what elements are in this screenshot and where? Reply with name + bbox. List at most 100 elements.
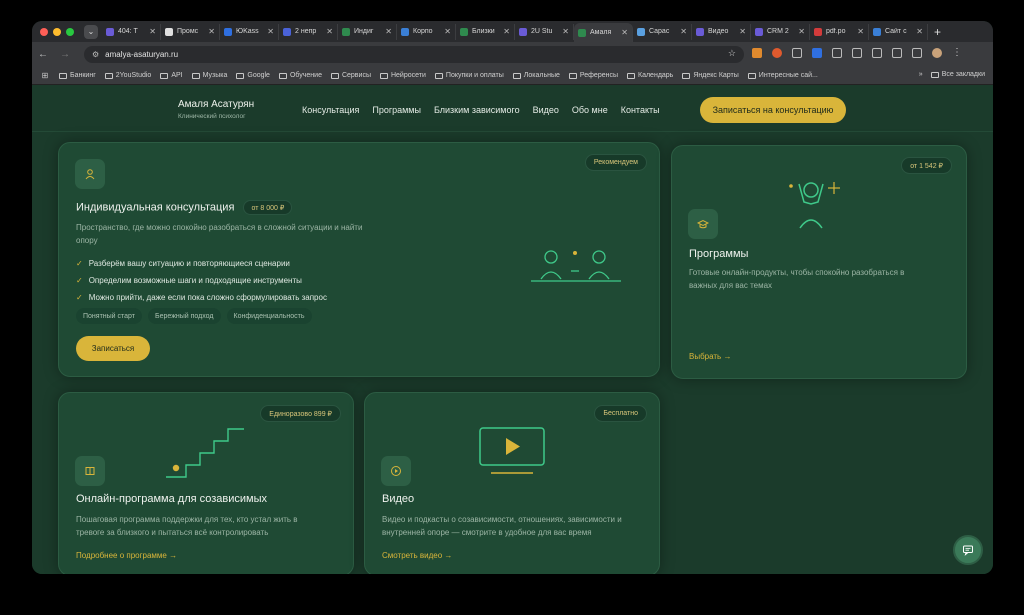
bookmark-item[interactable]: Сервисы xyxy=(330,72,371,79)
nav-link[interactable]: Консультация xyxy=(302,105,359,115)
signup-button[interactable]: Записаться xyxy=(76,336,150,361)
cheering-person-illustration xyxy=(789,182,840,229)
extension-icon[interactable] xyxy=(812,47,822,58)
brand[interactable]: Амаля Асатурян Клинический психолог xyxy=(178,99,254,120)
tab-close-icon[interactable]: ✕ xyxy=(798,27,805,36)
check-icon: ✓ xyxy=(76,293,83,302)
bookmark-label: Покупки и оплаты xyxy=(445,72,504,79)
nav-link[interactable]: Обо мне xyxy=(572,105,608,115)
watch-video-link[interactable]: Смотреть видео → xyxy=(382,551,452,560)
profile-avatar[interactable] xyxy=(932,47,942,58)
book-icon xyxy=(75,456,105,486)
browser-tab[interactable]: Индиг ✕ xyxy=(338,23,397,40)
browser-tab[interactable]: 2 непр ✕ xyxy=(279,23,338,40)
extension-icon[interactable] xyxy=(832,47,842,58)
choose-programs-link[interactable]: Выбрать → xyxy=(689,352,731,361)
tab-favicon-icon xyxy=(460,27,468,36)
consultation-title-row: Индивидуальная консультация от 8 000 ₽ xyxy=(76,200,293,215)
browser-tab[interactable]: 2U Stu ✕ xyxy=(515,23,574,40)
bookmark-item[interactable]: Музыка xyxy=(191,72,228,79)
bookmark-item[interactable]: Покупки и оплаты xyxy=(434,72,504,79)
tab-favicon-icon xyxy=(106,27,114,36)
bookmarks-right: » Все закладки xyxy=(919,71,985,78)
extension-icon[interactable] xyxy=(852,47,862,58)
extension-icon[interactable] xyxy=(772,47,782,58)
browser-tab[interactable]: Корпо ✕ xyxy=(397,23,456,40)
tab-close-icon[interactable]: ✕ xyxy=(326,27,333,36)
extension-icon[interactable] xyxy=(872,47,882,58)
chat-widget-button[interactable] xyxy=(953,535,983,565)
tab-bar: ⌄ 404: T ✕ Промс ✕ ЮKass ✕ 2 непр ✕ Индиг ✕ Корпо ✕… xyxy=(32,21,993,42)
bookmark-label: Календарь xyxy=(638,72,674,79)
browser-tab[interactable]: pdf.po ✕ xyxy=(810,23,869,40)
browser-tab[interactable]: CRM 2 ✕ xyxy=(751,23,810,40)
tab-search-chevron-icon[interactable]: ⌄ xyxy=(84,24,98,39)
tab-favicon-icon xyxy=(165,27,173,36)
toolbar: ← → ⚙ amalya-asaturyan.ru ☆ ⋮ xyxy=(32,42,993,67)
forward-arrow-icon[interactable]: → xyxy=(54,49,76,60)
all-bookmarks-button[interactable]: Все закладки xyxy=(930,71,985,78)
nav-link[interactable]: Контакты xyxy=(621,105,660,115)
tab-close-icon[interactable]: ✕ xyxy=(680,27,687,36)
address-bar[interactable]: ⚙ amalya-asaturyan.ru ☆ xyxy=(84,46,744,63)
bookmark-item[interactable]: Календарь xyxy=(627,72,673,79)
tab-close-icon[interactable]: ✕ xyxy=(621,28,628,37)
close-window-button[interactable] xyxy=(40,27,48,36)
tab-close-icon[interactable]: ✕ xyxy=(562,27,569,36)
tab-close-icon[interactable]: ✕ xyxy=(916,27,923,36)
online-program-title: Онлайн-программа для созависимых xyxy=(76,493,268,505)
tab-close-icon[interactable]: ✕ xyxy=(739,27,746,36)
minimize-window-button[interactable] xyxy=(53,27,61,36)
program-details-link[interactable]: Подробнее о программе → xyxy=(76,551,177,560)
browser-tab[interactable]: Близки ✕ xyxy=(456,23,515,40)
bookmark-item[interactable]: Яндекс Карты xyxy=(682,72,739,79)
browser-tab[interactable]: Видео ✕ xyxy=(692,23,751,40)
tab-close-icon[interactable]: ✕ xyxy=(444,27,451,36)
extension-icon[interactable] xyxy=(752,47,762,58)
bookmark-star-icon[interactable]: ☆ xyxy=(728,48,736,59)
bookmark-item[interactable]: Референсы xyxy=(568,72,618,79)
extension-icon[interactable] xyxy=(792,47,802,58)
tab-close-icon[interactable]: ✕ xyxy=(857,27,864,36)
browser-tab[interactable]: Промс ✕ xyxy=(161,23,220,40)
bookmark-item[interactable]: Банкинг xyxy=(59,72,96,79)
new-tab-button[interactable]: + xyxy=(934,25,941,39)
apps-grid-icon[interactable]: ⊞ xyxy=(40,71,50,80)
bookmark-item[interactable]: Интересные сай... xyxy=(747,72,818,79)
book-consultation-button[interactable]: Записаться на консультацию xyxy=(700,97,846,123)
feature-pill: Конфиденциальность xyxy=(226,308,312,324)
extension-icon[interactable] xyxy=(892,47,902,58)
nav-link[interactable]: Близким зависимого xyxy=(434,105,520,115)
nav-link[interactable]: Программы xyxy=(372,105,421,115)
bookmark-item[interactable]: 2YouStudio xyxy=(104,72,151,79)
maximize-window-button[interactable] xyxy=(66,27,74,36)
bookmark-label: Музыка xyxy=(202,72,228,79)
tab-close-icon[interactable]: ✕ xyxy=(208,27,215,36)
tab-close-icon[interactable]: ✕ xyxy=(385,27,392,36)
extensions-puzzle-icon[interactable] xyxy=(912,47,922,58)
browser-tab[interactable]: Сарас ✕ xyxy=(633,23,692,40)
tab-close-icon[interactable]: ✕ xyxy=(149,27,156,36)
tab-strip: 404: T ✕ Промс ✕ ЮKass ✕ 2 непр ✕ Индиг ✕ Корпо ✕ Бл… xyxy=(102,21,928,42)
bookmark-item[interactable]: Google xyxy=(236,72,270,79)
programs-description: Готовые онлайн-продукты, чтобы спокойно … xyxy=(689,268,905,290)
menu-kebab-icon[interactable]: ⋮ xyxy=(952,47,962,58)
video-card: Бесплатно Видео Видео и подкасты о созав… xyxy=(364,392,660,574)
browser-tab[interactable]: Амаля ✕ xyxy=(574,23,633,42)
browser-tab[interactable]: ЮKass ✕ xyxy=(220,23,279,40)
tab-favicon-icon xyxy=(224,27,232,36)
bookmark-item[interactable]: Нейросети xyxy=(379,72,426,79)
tab-favicon-icon xyxy=(578,28,586,37)
site-info-icon[interactable]: ⚙ xyxy=(92,50,99,59)
bookmark-item[interactable]: Обучение xyxy=(278,72,322,79)
chat-icon xyxy=(963,545,973,556)
tab-close-icon[interactable]: ✕ xyxy=(267,27,274,36)
bookmark-item[interactable]: API xyxy=(160,72,183,79)
more-bookmarks-button[interactable]: » xyxy=(919,71,923,78)
back-arrow-icon[interactable]: ← xyxy=(32,49,54,60)
tab-close-icon[interactable]: ✕ xyxy=(503,27,510,36)
browser-tab[interactable]: Сайт с ✕ xyxy=(869,23,928,40)
browser-tab[interactable]: 404: T ✕ xyxy=(102,23,161,40)
bookmark-item[interactable]: Локальные xyxy=(512,72,560,79)
nav-link[interactable]: Видео xyxy=(533,105,559,115)
